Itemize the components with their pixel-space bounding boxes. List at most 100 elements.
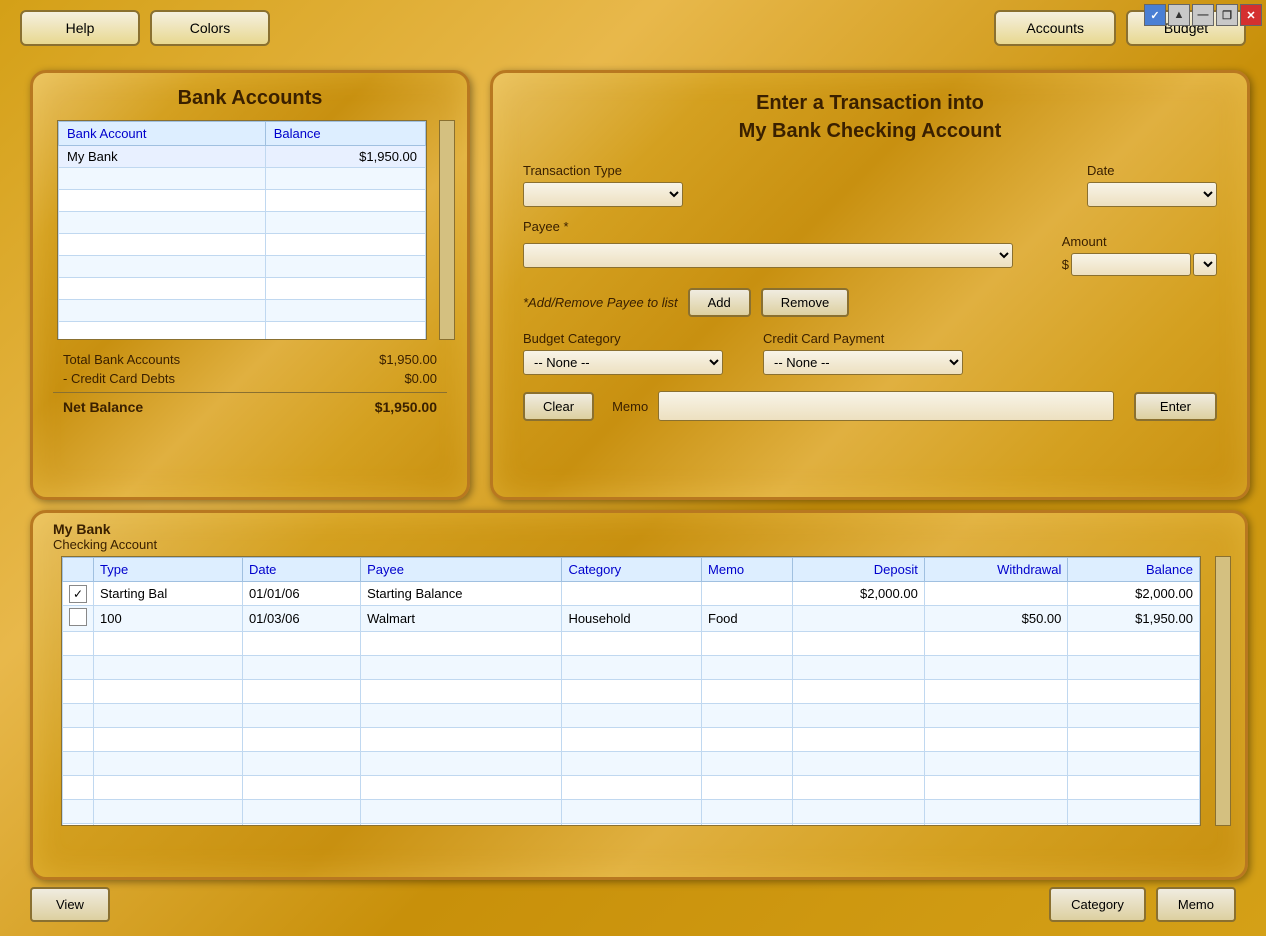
credit-label: - Credit Card Debts [63,371,175,386]
check-cell[interactable] [63,606,94,632]
account-row-empty [59,322,426,341]
budget-row: Budget Category -- None -- Credit Card P… [523,331,1217,375]
budget-label: Budget Category [523,331,723,346]
account-row[interactable]: My Bank$1,950.00 [59,146,426,168]
col-type: Type [94,558,243,582]
accounts-scrollbar[interactable] [439,120,455,340]
type-select[interactable]: DepositWithdrawalTransfer [523,182,683,207]
col-memo: Memo [702,558,793,582]
col-category: Category [562,558,702,582]
account-type: Checking Account [53,537,1225,552]
account-row-empty [59,212,426,234]
budget-group: Budget Category -- None -- [523,331,723,375]
bank-accounts-panel: Bank Accounts Bank Account Balance My Ba… [30,70,470,500]
clear-button[interactable]: Clear [523,392,594,421]
account-row-empty [59,300,426,322]
amount-label: Amount [1062,234,1217,249]
total-value: $1,950.00 [379,352,437,367]
type-group: Transaction Type DepositWithdrawalTransf… [523,163,683,207]
credit-payment-select[interactable]: -- None -- [763,350,963,375]
col-check [63,558,94,582]
payee-cell: Walmart [361,606,562,632]
transaction-row-empty [63,824,1200,827]
memo-cell: Food [702,606,793,632]
withdrawal-cell [924,582,1068,606]
account-row-empty [59,168,426,190]
account-row-empty [59,256,426,278]
transaction-panel: Enter a Transaction into My Bank Checkin… [490,70,1250,500]
toolbar: Help Colors Accounts Budget [10,10,1256,46]
deposit-cell: $2,000.00 [793,582,925,606]
credit-row: - Credit Card Debts $0.00 [53,369,447,388]
transaction-title: Enter a Transaction into My Bank Checkin… [493,73,1247,153]
date-cell: 01/03/06 [242,606,360,632]
type-label: Transaction Type [523,163,683,178]
type-date-row: Transaction Type DepositWithdrawalTransf… [523,163,1217,207]
memo-row: Clear Memo Enter [523,391,1217,421]
memo-button[interactable]: Memo [1156,887,1236,922]
accounts-button[interactable]: Accounts [994,10,1116,46]
category-cell [562,582,702,606]
budget-select[interactable]: -- None -- [523,350,723,375]
view-button[interactable]: View [30,887,110,922]
summary-section: Total Bank Accounts $1,950.00 - Credit C… [33,340,467,427]
transactions-header: My Bank Checking Account [33,513,1245,556]
transaction-row-empty [63,776,1200,800]
dollar-sign: $ [1062,257,1069,272]
check-button[interactable]: ✓ [1144,4,1166,26]
checkbox[interactable]: ✓ [69,585,87,603]
type-cell: Starting Bal [94,582,243,606]
enter-button[interactable]: Enter [1134,392,1217,421]
balance-cell: $1,950.00 [1068,606,1200,632]
net-row: Net Balance $1,950.00 [53,392,447,417]
amount-input-group: $ [1062,253,1217,276]
transaction-row[interactable]: 100 01/03/06 Walmart Household Food $50.… [63,606,1200,632]
col-balance: Balance [1068,558,1200,582]
credit-payment-label: Credit Card Payment [763,331,963,346]
account-row-empty [59,190,426,212]
transactions-panel: My Bank Checking Account Type Date Payee… [30,510,1248,880]
date-select[interactable] [1087,182,1217,207]
col-payee: Payee [361,558,562,582]
add-payee-button[interactable]: Add [688,288,751,317]
amount-dropdown[interactable] [1193,253,1217,276]
help-button[interactable]: Help [20,10,140,46]
bank-name: My Bank [53,521,1225,537]
category-cell: Household [562,606,702,632]
transactions-scrollbar[interactable] [1215,556,1231,826]
up-button[interactable]: ▲ [1168,4,1190,26]
accounts-table: Bank Account Balance My Bank$1,950.00 [58,121,426,340]
col-balance: Balance [265,122,425,146]
col-deposit: Deposit [793,558,925,582]
title-bar: ✓ ▲ — ❐ ✕ [1144,0,1266,26]
net-label: Net Balance [63,399,143,415]
deposit-cell [793,606,925,632]
amount-input[interactable] [1071,253,1191,276]
credit-value: $0.00 [404,371,437,386]
transaction-row-empty [63,704,1200,728]
check-cell[interactable]: ✓ [63,582,94,606]
form-section: Transaction Type DepositWithdrawalTransf… [493,153,1247,431]
type-cell: 100 [94,606,243,632]
memo-input[interactable] [658,391,1114,421]
transaction-row[interactable]: ✓ Starting Bal 01/01/06 Starting Balance… [63,582,1200,606]
col-date: Date [242,558,360,582]
colors-button[interactable]: Colors [150,10,270,46]
close-button[interactable]: ✕ [1240,4,1262,26]
account-row-empty [59,278,426,300]
transaction-row-empty [63,632,1200,656]
total-label: Total Bank Accounts [63,352,180,367]
remove-payee-button[interactable]: Remove [761,288,849,317]
transaction-row-empty [63,752,1200,776]
col-withdrawal: Withdrawal [924,558,1068,582]
transaction-row-empty [63,800,1200,824]
account-row-empty [59,234,426,256]
checkbox[interactable] [69,608,87,626]
category-button[interactable]: Category [1049,887,1146,922]
payee-select[interactable] [523,243,1013,268]
add-remove-row: *Add/Remove Payee to list Add Remove [523,288,1217,317]
minimize-button[interactable]: — [1192,4,1214,26]
withdrawal-cell: $50.00 [924,606,1068,632]
account-name: My Bank [59,146,266,168]
restore-button[interactable]: ❐ [1216,4,1238,26]
